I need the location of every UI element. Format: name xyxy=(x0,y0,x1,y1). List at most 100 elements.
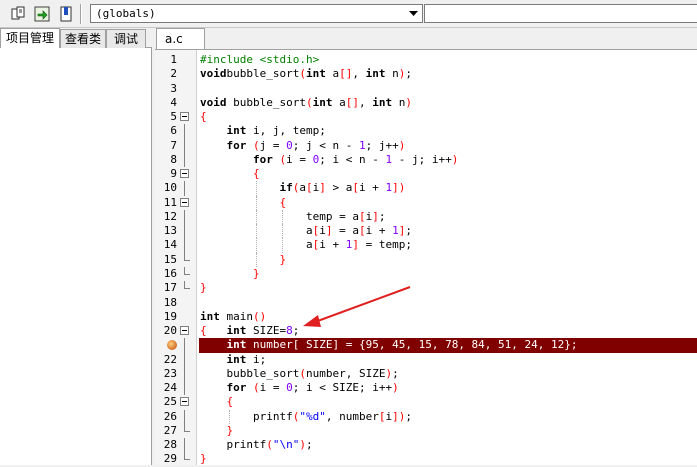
code-text: } xyxy=(226,423,234,437)
code-editor[interactable]: 1 #include <stdio.h> 2 voidbubble_sort(int … xyxy=(155,49,697,465)
code-line[interactable]: 13 a[i] = a[i + 1]; xyxy=(155,224,697,239)
line-number: 13 xyxy=(163,224,177,238)
code-line[interactable]: 7 for (j = 0; j < n - 1; j++) xyxy=(155,138,697,153)
fold-line xyxy=(184,338,185,353)
line-number: 19 xyxy=(163,309,177,323)
code-text: #include <stdio.h> xyxy=(200,53,320,66)
line-number: 25 xyxy=(163,395,177,409)
fold-toggle-icon[interactable] xyxy=(180,197,189,207)
code-text: if(a[i] > a[i + 1]) xyxy=(279,181,406,195)
code-line[interactable]: 16 } xyxy=(155,266,697,281)
editor-area: a.c 1 #include <stdio.h> 2 voidbubble_sort(… xyxy=(155,28,697,465)
code-line[interactable]: 24 for (i = 0; i < SIZE; i++) xyxy=(155,381,697,396)
line-number: 28 xyxy=(163,438,177,452)
code-text: for (i = 0; i < SIZE; i++) xyxy=(226,381,399,395)
fold-line xyxy=(184,124,185,139)
code-text: } xyxy=(252,266,260,280)
line-number: 10 xyxy=(163,181,177,195)
code-line[interactable]: 17} xyxy=(155,281,697,295)
code-line[interactable]: 1 #include <stdio.h> xyxy=(155,53,697,67)
code-line[interactable]: 8 for (i = 0; i < n - 1 - j; i++) xyxy=(155,152,697,168)
code-text: { xyxy=(200,110,207,124)
code-line[interactable]: 18 xyxy=(155,296,697,310)
function-dropdown[interactable] xyxy=(424,4,697,23)
code-line[interactable]: 22 int i; xyxy=(155,352,697,367)
toolbar-separator xyxy=(80,4,82,24)
code-text: { xyxy=(226,395,234,409)
code-line[interactable]: 10 if(a[i] > a[i + 1]) xyxy=(155,181,697,196)
code-text: temp = a[i]; xyxy=(200,209,386,223)
fold-end xyxy=(184,281,190,290)
code-line[interactable]: 21 int number[ SIZE] = {95, 45, 15, 78, … xyxy=(155,338,697,353)
fold-end xyxy=(184,252,190,261)
fold-line xyxy=(184,352,185,367)
globals-value: (globals) xyxy=(96,7,156,20)
code-text: voidbubble_sort(int a[], int n); xyxy=(200,67,412,81)
code-line[interactable]: 27 } xyxy=(155,423,697,438)
line-number: 6 xyxy=(170,124,177,138)
fold-toggle-icon[interactable] xyxy=(180,169,189,179)
line-number: 26 xyxy=(163,409,177,423)
project-tree[interactable] xyxy=(0,48,151,465)
tab-project-manager[interactable]: 项目管理 xyxy=(0,28,60,49)
code-text: a[i] = a[i + 1]; xyxy=(200,224,412,238)
tab-debug[interactable]: 调试 xyxy=(106,29,146,48)
fold-line xyxy=(184,409,185,424)
code-line[interactable]: 19 int main() xyxy=(155,310,697,324)
code-text: for (i = 0; i < n - 1 - j; i++) xyxy=(252,152,459,166)
fold-line xyxy=(184,224,185,239)
line-number: 3 xyxy=(170,81,177,95)
bookmark-icon[interactable] xyxy=(56,4,76,24)
line-number: 9 xyxy=(170,167,177,181)
code-line[interactable]: 20 { int SIZE=8; xyxy=(155,324,697,338)
code-text: } xyxy=(279,252,287,266)
code-line[interactable]: 14 a[i + 1] = temp; xyxy=(155,238,697,253)
code-line[interactable]: 25 { xyxy=(155,395,697,409)
code-line[interactable]: 3 xyxy=(155,82,697,96)
code-line[interactable]: 5{ xyxy=(155,110,697,124)
document-icon[interactable] xyxy=(8,4,28,24)
code-line[interactable]: 15 } xyxy=(155,252,697,267)
breakpoint-icon[interactable] xyxy=(167,340,177,351)
line-number: 16 xyxy=(163,266,177,280)
code-text: int number[ SIZE] = {95, 45, 15, 78, 84,… xyxy=(226,338,578,352)
code-text: { xyxy=(279,195,287,209)
code-line[interactable]: 23 bubble_sort(number, SIZE); xyxy=(155,366,697,382)
tab-class-view[interactable]: 查看类 xyxy=(60,29,106,48)
line-number: 11 xyxy=(163,195,177,209)
fold-end xyxy=(184,266,190,275)
file-tab[interactable]: a.c xyxy=(156,28,205,49)
code-line[interactable]: 12 temp = a[i]; xyxy=(155,209,697,225)
code-line[interactable]: 11 { xyxy=(155,195,697,210)
fold-toggle-icon[interactable] xyxy=(180,326,189,336)
fold-toggle-icon[interactable] xyxy=(180,112,189,122)
left-panel-tabs: 项目管理 查看类 调试 xyxy=(0,28,152,49)
toolbar: (globals) xyxy=(0,0,697,28)
line-number: 7 xyxy=(170,138,177,152)
fold-line xyxy=(184,381,185,396)
fold-line xyxy=(184,181,185,196)
line-number: 20 xyxy=(163,324,177,338)
fold-line xyxy=(184,238,185,253)
fold-toggle-icon[interactable] xyxy=(180,397,189,407)
line-number: 15 xyxy=(163,252,177,266)
code-line[interactable]: 28 printf("\n"); xyxy=(155,438,697,453)
line-number: 23 xyxy=(163,366,177,380)
code-line[interactable]: 9 { xyxy=(155,167,697,181)
fold-line xyxy=(184,366,185,382)
code-text: { int SIZE=8; xyxy=(200,324,300,338)
globals-dropdown[interactable]: (globals) xyxy=(90,4,423,23)
code-text: } xyxy=(200,281,207,295)
fold-line xyxy=(184,209,185,225)
chevron-down-icon[interactable] xyxy=(405,5,422,22)
green-arrow-icon[interactable] xyxy=(32,4,52,24)
code-text: int i, j, temp; xyxy=(226,124,326,138)
line-number: 1 xyxy=(170,53,177,66)
code-line[interactable]: 6 int i, j, temp; xyxy=(155,124,697,139)
code-line[interactable]: 4 void bubble_sort(int a[], int n) xyxy=(155,96,697,110)
code-text: printf("\n"); xyxy=(200,438,313,452)
code-line[interactable]: 26 printf("%d", number[i]); xyxy=(155,409,697,424)
code-line[interactable]: 2 voidbubble_sort(int a[], int n); xyxy=(155,67,697,81)
line-number: 5 xyxy=(170,110,177,124)
line-number: 4 xyxy=(170,95,177,109)
